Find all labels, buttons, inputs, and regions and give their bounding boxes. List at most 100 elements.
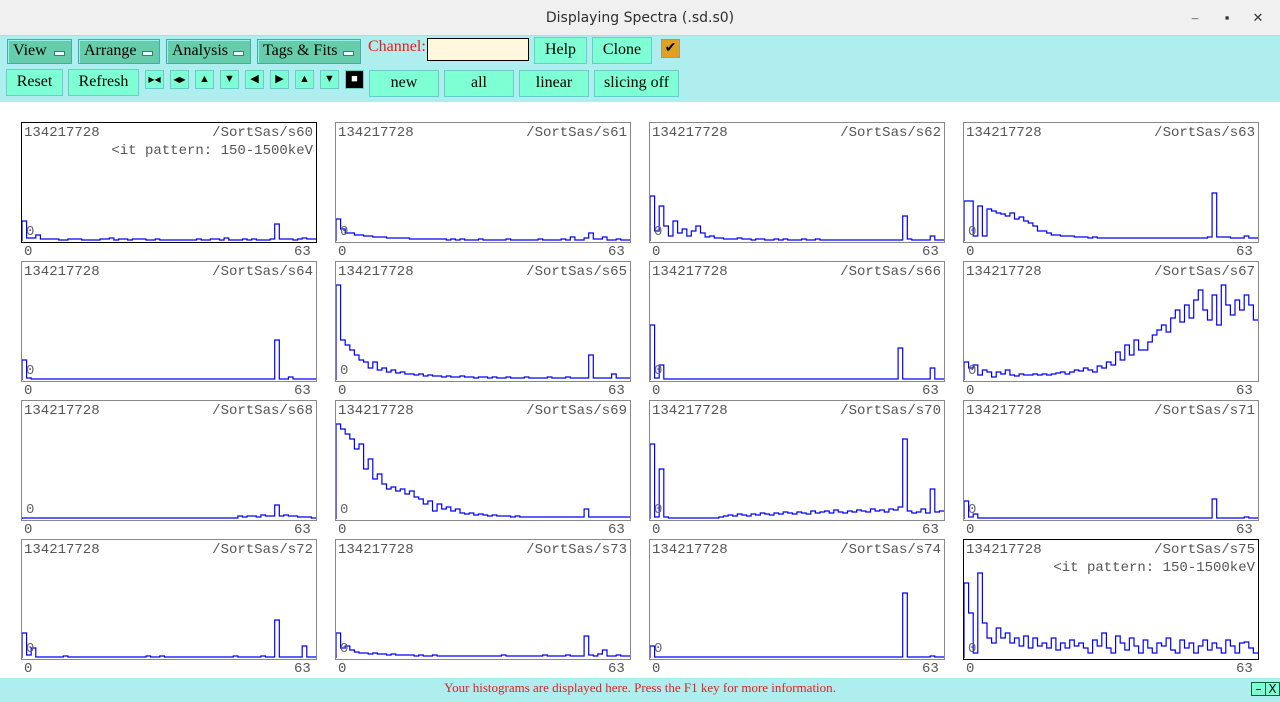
status-message: Your histograms are displayed here. Pres…	[0, 678, 1280, 702]
histogram-line	[650, 438, 944, 519]
y-axis-zero-label: 0	[26, 641, 35, 657]
spectrum-name: /SortSas/s71	[1154, 403, 1255, 419]
expand-horizontal-icon[interactable]: ◀▶	[170, 70, 189, 89]
spectrum-panel[interactable]: 134217728/SortSas/s65 0	[335, 261, 631, 382]
x-axis-max-label: 63	[294, 383, 311, 399]
x-axis-min-label: 0	[24, 383, 33, 399]
slicing-button[interactable]: slicing off	[594, 70, 679, 97]
histogram-line	[964, 192, 1258, 241]
x-axis-min-label: 0	[652, 522, 661, 538]
left-arrow-icon[interactable]: ◀	[245, 70, 264, 89]
spectrum-name: /SortSas/s64	[212, 264, 313, 280]
spectrum-count: 134217728	[24, 264, 100, 280]
spectrum-count: 134217728	[966, 542, 1042, 558]
spectrum-count: 134217728	[652, 542, 728, 558]
channel-input[interactable]	[427, 38, 529, 61]
expand-vertical-icon[interactable]: ▲	[195, 70, 214, 89]
x-axis-max-label: 63	[1236, 522, 1253, 538]
y-axis-zero-label: 0	[26, 224, 35, 240]
spectrum-panel[interactable]: 134217728/SortSas/s63 0	[963, 122, 1259, 243]
status-minimize-button[interactable]: –	[1251, 682, 1266, 696]
y-axis-zero-label: 0	[26, 363, 35, 379]
spectrum-panel[interactable]: 134217728/SortSas/s73 0	[335, 539, 631, 660]
spectrum-panel[interactable]: 134217728/SortSas/s68 0	[21, 400, 317, 521]
window-title: Displaying Spectra (.sd.s0)	[0, 0, 1280, 36]
linear-button[interactable]: linear	[519, 70, 589, 97]
spectrum-panel[interactable]: 134217728/SortSas/s66 0	[649, 261, 945, 382]
spectrum-count: 134217728	[966, 125, 1042, 141]
x-axis-min-label: 0	[338, 661, 347, 677]
y-axis-zero-label: 0	[340, 363, 349, 379]
y-axis-zero-label: 0	[968, 363, 977, 379]
down-arrow-icon[interactable]: ▼	[320, 70, 339, 89]
toolbar: View Arrange Analysis Tags & Fits Channe…	[0, 36, 1280, 102]
right-arrow-icon[interactable]: ▶	[270, 70, 289, 89]
spectrum-name: /SortSas/s65	[526, 264, 627, 280]
x-axis-max-label: 63	[294, 244, 311, 260]
refresh-button[interactable]: Refresh	[68, 69, 139, 96]
spectrum-panel[interactable]: 134217728/SortSas/s74 0	[649, 539, 945, 660]
clone-button[interactable]: Clone	[592, 37, 652, 64]
spectrum-panel[interactable]: 134217728/SortSas/s61 0	[335, 122, 631, 243]
close-button[interactable]: ✕	[1246, 0, 1270, 36]
histogram-line	[650, 592, 944, 658]
y-axis-zero-label: 0	[340, 224, 349, 240]
status-close-button[interactable]: X	[1265, 682, 1280, 696]
stop-icon[interactable]: ■	[345, 70, 364, 89]
x-axis-min-label: 0	[652, 661, 661, 677]
x-axis-min-label: 0	[652, 244, 661, 260]
spectrum-panel[interactable]: 134217728/SortSas/s75 <it pattern: 150-15…	[963, 539, 1259, 660]
x-axis-min-label: 0	[966, 244, 975, 260]
maximize-button[interactable]: ▪	[1215, 0, 1239, 36]
spectrum-panel[interactable]: 134217728/SortSas/s71 0	[963, 400, 1259, 521]
y-axis-zero-label: 0	[968, 641, 977, 657]
spectrum-panel[interactable]: 134217728/SortSas/s62 0	[649, 122, 945, 243]
spectrum-subtitle: <it pattern: 150-1500keV	[1053, 560, 1255, 576]
arrange-menu[interactable]: Arrange	[78, 39, 160, 64]
x-axis-max-label: 63	[608, 522, 625, 538]
spectrum-panel[interactable]: 134217728/SortSas/s60 <it pattern: 150-15…	[21, 122, 317, 243]
collapse-vertical-icon[interactable]: ▼	[220, 70, 239, 89]
x-axis-max-label: 63	[922, 522, 939, 538]
spectrum-panel[interactable]: 134217728/SortSas/s69 0	[335, 400, 631, 521]
spectrum-name: /SortSas/s74	[840, 542, 941, 558]
y-axis-zero-label: 0	[654, 224, 663, 240]
spectrum-count: 134217728	[966, 264, 1042, 280]
collapse-horizontal-icon[interactable]: ▶◀	[145, 70, 164, 89]
x-axis-max-label: 63	[1236, 244, 1253, 260]
spectrum-panel[interactable]: 134217728/SortSas/s72 0	[21, 539, 317, 660]
spectrum-panel[interactable]: 134217728/SortSas/s70 0	[649, 400, 945, 521]
spectrum-count: 134217728	[652, 264, 728, 280]
spectrum-count: 134217728	[652, 125, 728, 141]
spectrum-name: /SortSas/s61	[526, 125, 627, 141]
spectrum-name: /SortSas/s70	[840, 403, 941, 419]
new-button[interactable]: new	[369, 70, 439, 97]
up-arrow-icon[interactable]: ▲	[295, 70, 314, 89]
spectrum-name: /SortSas/s73	[526, 542, 627, 558]
all-button[interactable]: all	[444, 70, 514, 97]
spectrum-count: 134217728	[966, 403, 1042, 419]
checkbox[interactable]: ✔	[661, 39, 680, 58]
spectrum-panel[interactable]: 134217728/SortSas/s67 0	[963, 261, 1259, 382]
y-axis-zero-label: 0	[654, 641, 663, 657]
x-axis-min-label: 0	[966, 522, 975, 538]
minimize-button[interactable]: –	[1183, 0, 1207, 36]
histogram-line	[22, 619, 316, 658]
x-axis-min-label: 0	[24, 661, 33, 677]
analysis-menu[interactable]: Analysis	[166, 39, 251, 64]
help-button[interactable]: Help	[534, 37, 587, 64]
spectrum-count: 134217728	[338, 403, 414, 419]
reset-button[interactable]: Reset	[6, 69, 63, 96]
histogram-line	[336, 284, 630, 380]
x-axis-max-label: 63	[922, 383, 939, 399]
spectrum-name: /SortSas/s68	[212, 403, 313, 419]
x-axis-max-label: 63	[608, 661, 625, 677]
histogram-line	[964, 498, 1258, 519]
spectrum-panel[interactable]: 134217728/SortSas/s64 0	[21, 261, 317, 382]
x-axis-max-label: 63	[1236, 661, 1253, 677]
dropdown-indicator-icon	[54, 51, 65, 56]
x-axis-min-label: 0	[338, 244, 347, 260]
tags-fits-menu[interactable]: Tags & Fits	[257, 39, 361, 64]
x-axis-max-label: 63	[922, 661, 939, 677]
view-menu[interactable]: View	[7, 39, 72, 64]
